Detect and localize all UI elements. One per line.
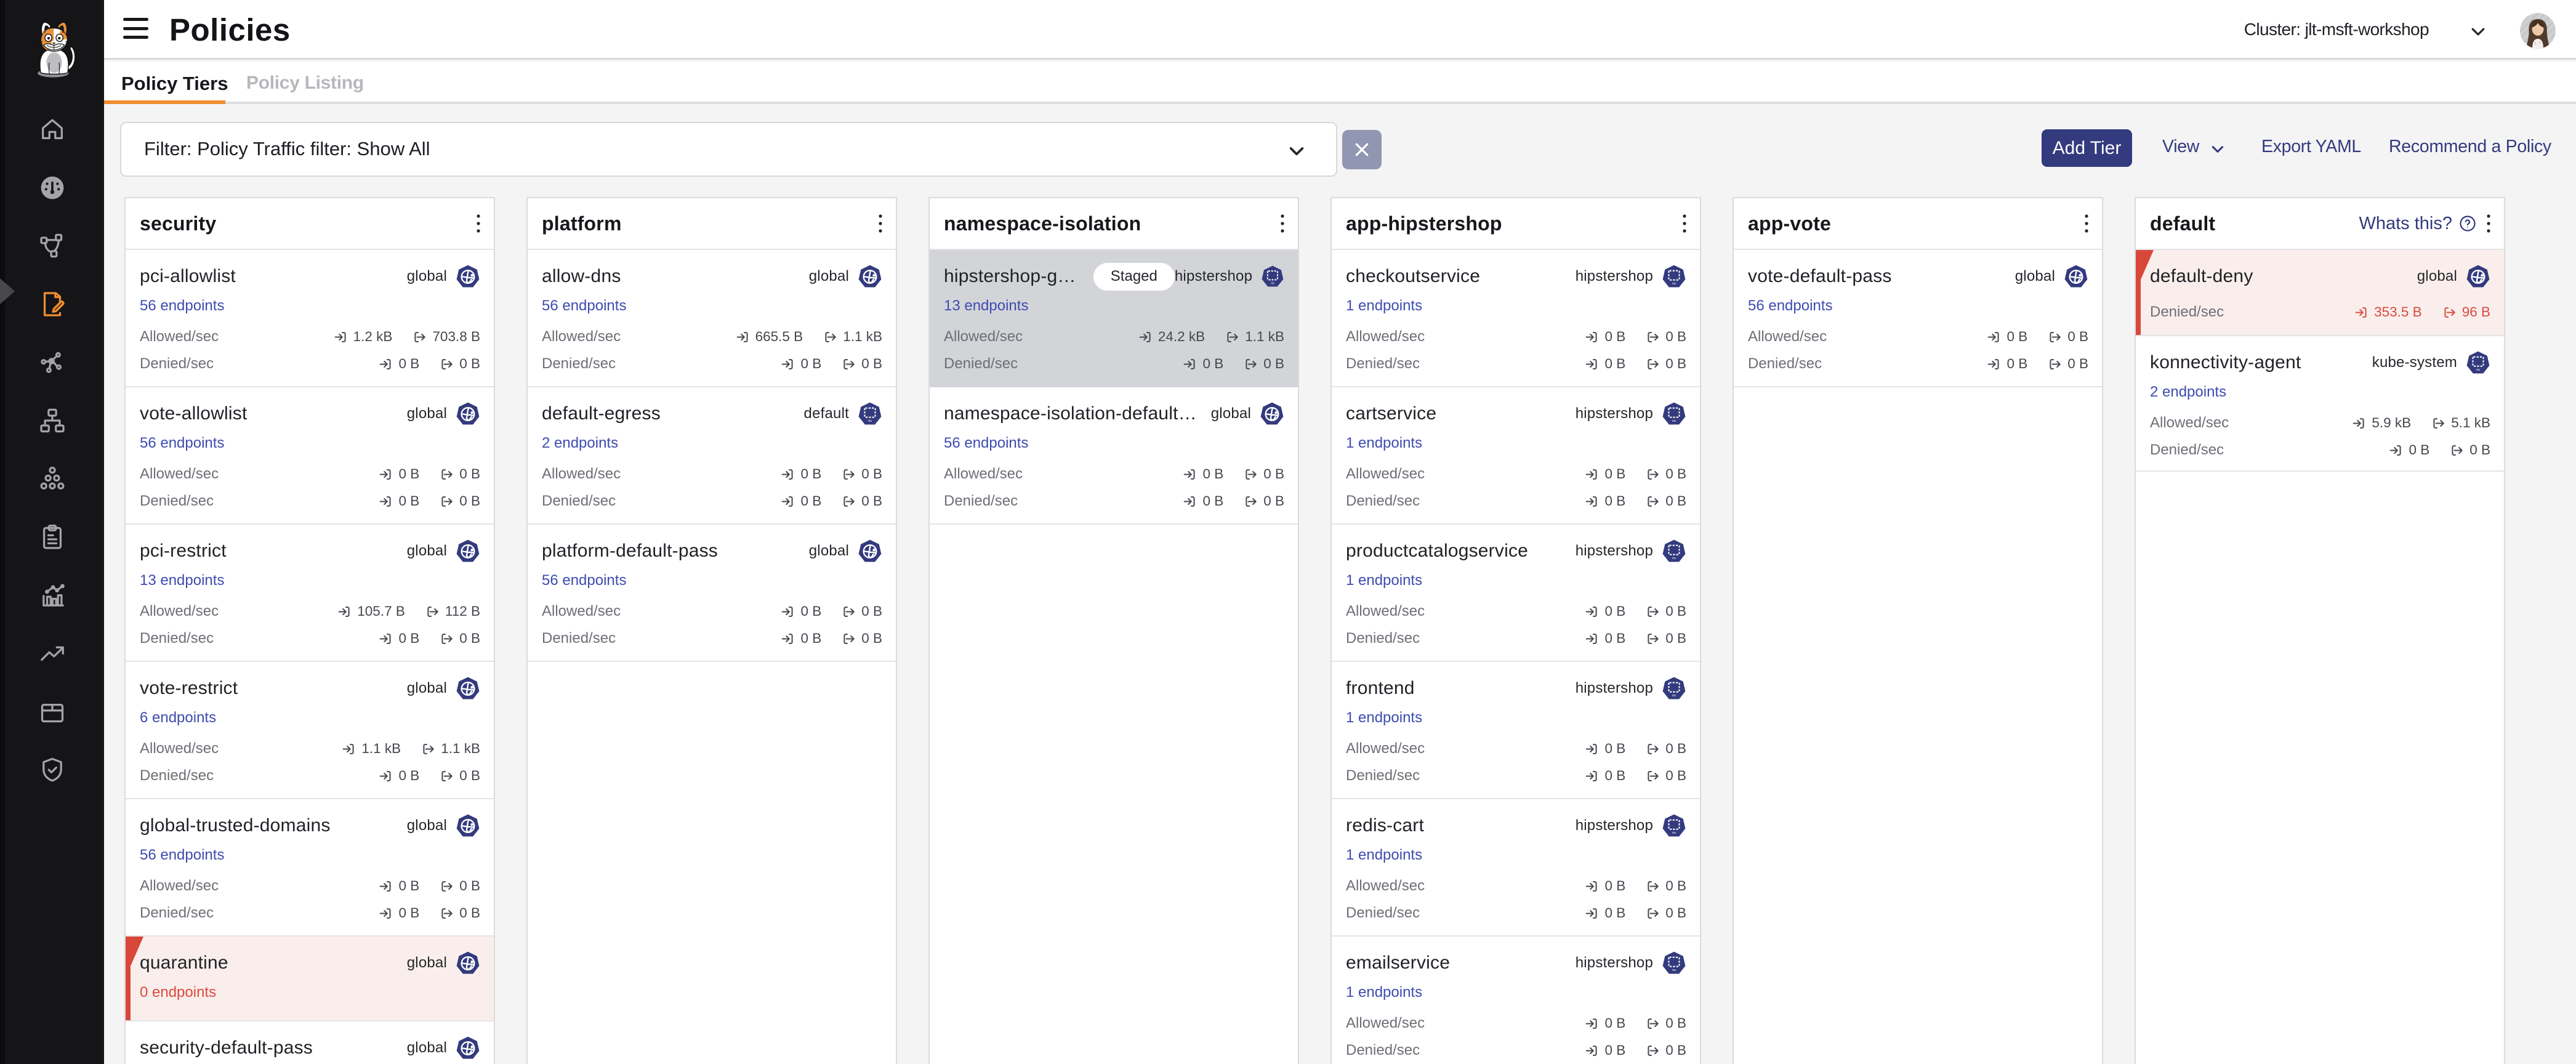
svg-text:ns: ns [868,419,872,423]
svg-text:ns: ns [1271,281,1274,285]
svg-text:ns: ns [2476,368,2480,372]
svg-text:ns: ns [1672,419,1676,423]
svg-text:ns: ns [1672,831,1676,835]
svg-text:ns: ns [1672,282,1676,286]
svg-text:ns: ns [1672,969,1676,972]
svg-text:ns: ns [1672,557,1676,560]
svg-text:ns: ns [1672,694,1676,698]
